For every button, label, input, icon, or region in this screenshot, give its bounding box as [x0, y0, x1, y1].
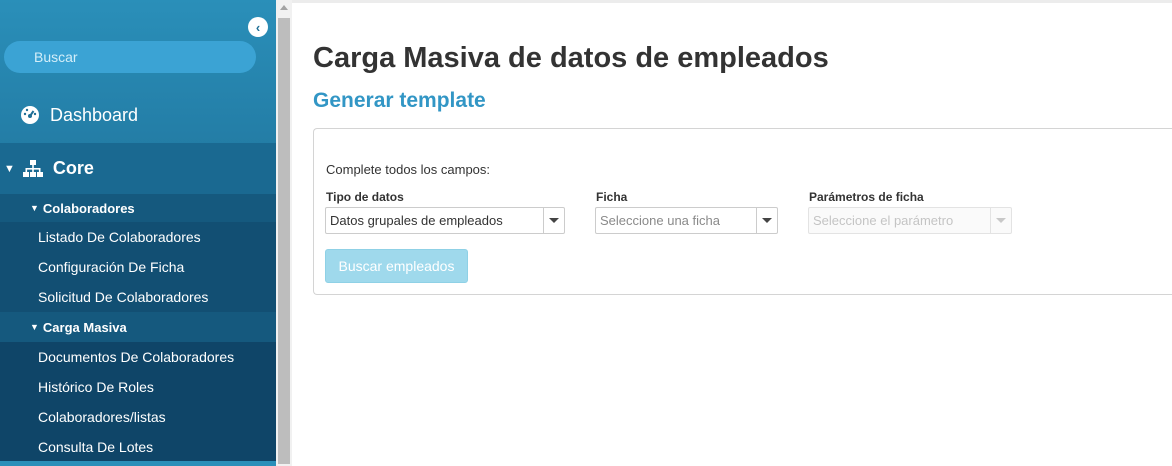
sidebar-group-label: Carga Masiva	[42, 319, 127, 335]
sidebar-scrollbar[interactable]	[276, 0, 292, 466]
sidebar-item-label: Consulta De Lotes	[38, 438, 154, 455]
main-content: Carga Masiva de datos de empleados Gener…	[292, 0, 1172, 466]
dropdown-arrow-icon[interactable]	[756, 208, 777, 233]
sidebar-item-label: Configuración De Ficha	[38, 259, 185, 275]
sidebar-group-colaboradores[interactable]: ▼ Colaboradores	[0, 194, 276, 222]
sidebar-item-dashboard[interactable]: Dashboard	[0, 90, 276, 140]
parametros-placeholder: Seleccione el parámetro	[813, 213, 954, 228]
scrollbar-thumb[interactable]	[278, 18, 290, 464]
scroll-up-icon[interactable]	[280, 5, 288, 10]
tipo-datos-value: Datos grupales de empleados	[330, 213, 503, 228]
sidebar-item-listado-colaboradores[interactable]: Listado De Colaboradores	[0, 222, 276, 252]
sidebar-item-label: Dashboard	[50, 104, 139, 125]
tipo-datos-select[interactable]: Datos grupales de empleados	[325, 207, 565, 234]
sidebar-item-historico-roles[interactable]: Histórico De Roles	[0, 372, 276, 402]
app-root: ‹ Dashboard ▼	[0, 0, 1172, 466]
caret-down-icon: ▼	[30, 322, 39, 332]
sidebar: ‹ Dashboard ▼	[0, 0, 276, 466]
sidebar-bottom-strip	[0, 461, 276, 466]
ficha-placeholder: Seleccione una ficha	[600, 213, 720, 228]
sidebar-item-colaboradores-listas[interactable]: Colaboradores/listas	[0, 402, 276, 432]
sidebar-item-core[interactable]: ▼ Core	[0, 143, 276, 194]
sidebar-item-label: Core	[52, 158, 94, 178]
sidebar-item-label: Listado De Colaboradores	[38, 229, 201, 245]
sidebar-item-consulta-lotes[interactable]: Consulta De Lotes	[0, 432, 276, 461]
ficha-select[interactable]: Seleccione una ficha	[595, 207, 778, 234]
sidebar-item-documentos-colaboradores[interactable]: Documentos De Colaboradores	[0, 342, 276, 372]
section-subtitle: Generar template	[313, 89, 486, 112]
caret-down-icon: ▼	[30, 203, 39, 213]
parametros-ficha-select: Seleccione el parámetro	[808, 207, 1012, 234]
sidebar-item-solicitud-colaboradores[interactable]: Solicitud De Colaboradores	[0, 282, 276, 312]
ficha-label: Ficha	[596, 190, 628, 204]
sidebar-item-label: Solicitud De Colaboradores	[38, 289, 209, 305]
sidebar-item-configuracion-ficha[interactable]: Configuración De Ficha	[0, 252, 276, 282]
dropdown-arrow-icon[interactable]	[543, 208, 564, 233]
dropdown-arrow-icon	[990, 208, 1011, 233]
caret-down-icon: ▼	[4, 162, 15, 175]
collapse-sidebar-button[interactable]: ‹	[248, 17, 268, 37]
form-card: Complete todos los campos: Tipo de datos…	[313, 128, 1172, 295]
sidebar-item-label: Documentos De Colaboradores	[38, 349, 235, 365]
top-divider	[292, 0, 1172, 3]
sidebar-group-carga-masiva[interactable]: ▼ Carga Masiva	[0, 312, 276, 342]
page-title: Carga Masiva de datos de empleados	[313, 42, 829, 74]
buscar-empleados-button[interactable]: Buscar empleados	[325, 249, 468, 283]
sidebar-item-label: Histórico De Roles	[38, 379, 154, 395]
form-instructions: Complete todos los campos:	[326, 162, 491, 177]
chevron-left-icon: ‹	[255, 19, 261, 35]
sidebar-group-label: Colaboradores	[42, 200, 135, 216]
gauge-icon	[20, 105, 40, 125]
sidebar-search-input[interactable]	[4, 41, 256, 73]
sidebar-item-label: Colaboradores/listas	[38, 409, 166, 425]
parametros-ficha-label: Parámetros de ficha	[809, 190, 924, 204]
tipo-datos-label: Tipo de datos	[326, 190, 404, 204]
sitemap-icon	[22, 159, 43, 178]
